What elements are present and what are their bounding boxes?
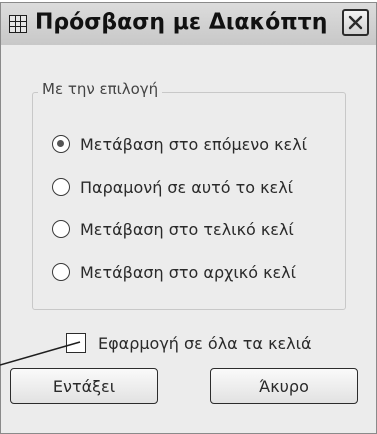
apply-all-label: Εφαρμογή σε όλα τα κελιά: [98, 333, 312, 353]
radio-label: Μετάβαση στο επόμενο κελί: [80, 134, 308, 154]
radio-label: Μετάβαση στο αρχικό κελί: [80, 262, 297, 282]
close-icon: [348, 15, 363, 30]
cancel-button[interactable]: Άκυρο: [210, 368, 358, 404]
radio-label: Μετάβαση στο τελικό κελί: [80, 219, 294, 239]
callout-pointer-line: [0, 341, 81, 366]
radio-label: Παραμονή σε αυτό το κελί: [80, 177, 294, 197]
apply-all-checkbox-row[interactable]: Εφαρμογή σε όλα τα κελιά: [66, 330, 312, 356]
close-button[interactable]: [342, 9, 369, 36]
